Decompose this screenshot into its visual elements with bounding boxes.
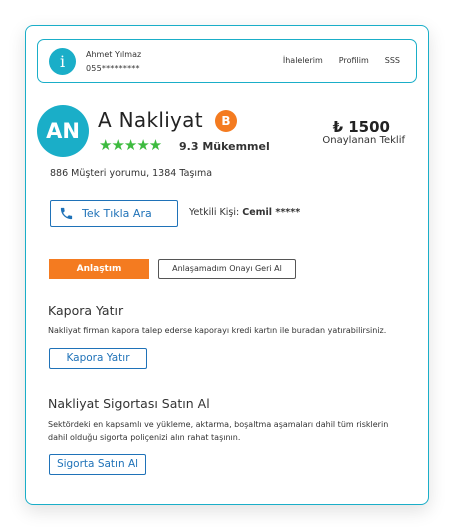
insurance-text: Sektördeki en kapsamlı ve yükleme, aktar… <box>48 420 389 442</box>
offer-card: i Ahmet Yılmaz 055********* İhalelerim P… <box>25 25 429 505</box>
company-stats: 886 Müşteri yorumu, 1384 Taşıma <box>50 168 212 179</box>
undo-deal-button[interactable]: Anlaşamadım Onayı Geri Al <box>158 259 296 279</box>
offer-price: ₺ 1500 <box>332 118 390 136</box>
insurance-title: Nakliyat Sigortası Satın Al <box>48 396 210 411</box>
phone-icon <box>60 207 73 220</box>
call-button-label: Tek Tıkla Ara <box>82 207 152 220</box>
contact-person: Yetkili Kişi: Cemil ***** <box>189 207 300 218</box>
call-button[interactable]: Tek Tıkla Ara <box>50 200 178 227</box>
deal-button[interactable]: Anlaştım <box>49 259 149 279</box>
company-level-badge: B <box>215 110 237 132</box>
user-name: Ahmet Yılmaz <box>86 50 142 59</box>
deposit-button[interactable]: Kapora Yatır <box>49 348 147 369</box>
contact-person-label: Yetkili Kişi: <box>189 207 243 218</box>
user-phone: 055********* <box>86 64 140 73</box>
top-nav: İhalelerim Profilim SSS <box>283 56 400 65</box>
moves-count: 1384 <box>152 168 177 179</box>
nav-item-ihalelerim[interactable]: İhalelerim <box>283 56 323 65</box>
rating-text: 9.3 Mükemmel <box>179 140 270 153</box>
user-avatar: i <box>49 48 76 75</box>
deposit-title: Kapora Yatır <box>48 303 124 318</box>
deposit-text: Nakliyat firman kapora talep ederse kapo… <box>48 326 387 335</box>
user-bar: i Ahmet Yılmaz 055********* İhalelerim P… <box>37 39 417 83</box>
company-avatar: AN <box>37 105 89 157</box>
nav-item-sss[interactable]: SSS <box>385 56 400 65</box>
nav-item-profilim[interactable]: Profilim <box>339 56 369 65</box>
offer-price-label: Onaylanan Teklif <box>322 135 405 146</box>
reviews-label: Müşteri yorumu, <box>68 168 153 179</box>
rating-stars-icon: ★★★★★ <box>99 136 162 154</box>
reviews-count: 886 <box>50 168 69 179</box>
company-name: A Nakliyat <box>98 108 203 132</box>
contact-person-name: Cemil ***** <box>242 207 301 218</box>
moves-label: Taşıma <box>176 168 213 179</box>
insurance-button[interactable]: Sigorta Satın Al <box>49 454 146 475</box>
